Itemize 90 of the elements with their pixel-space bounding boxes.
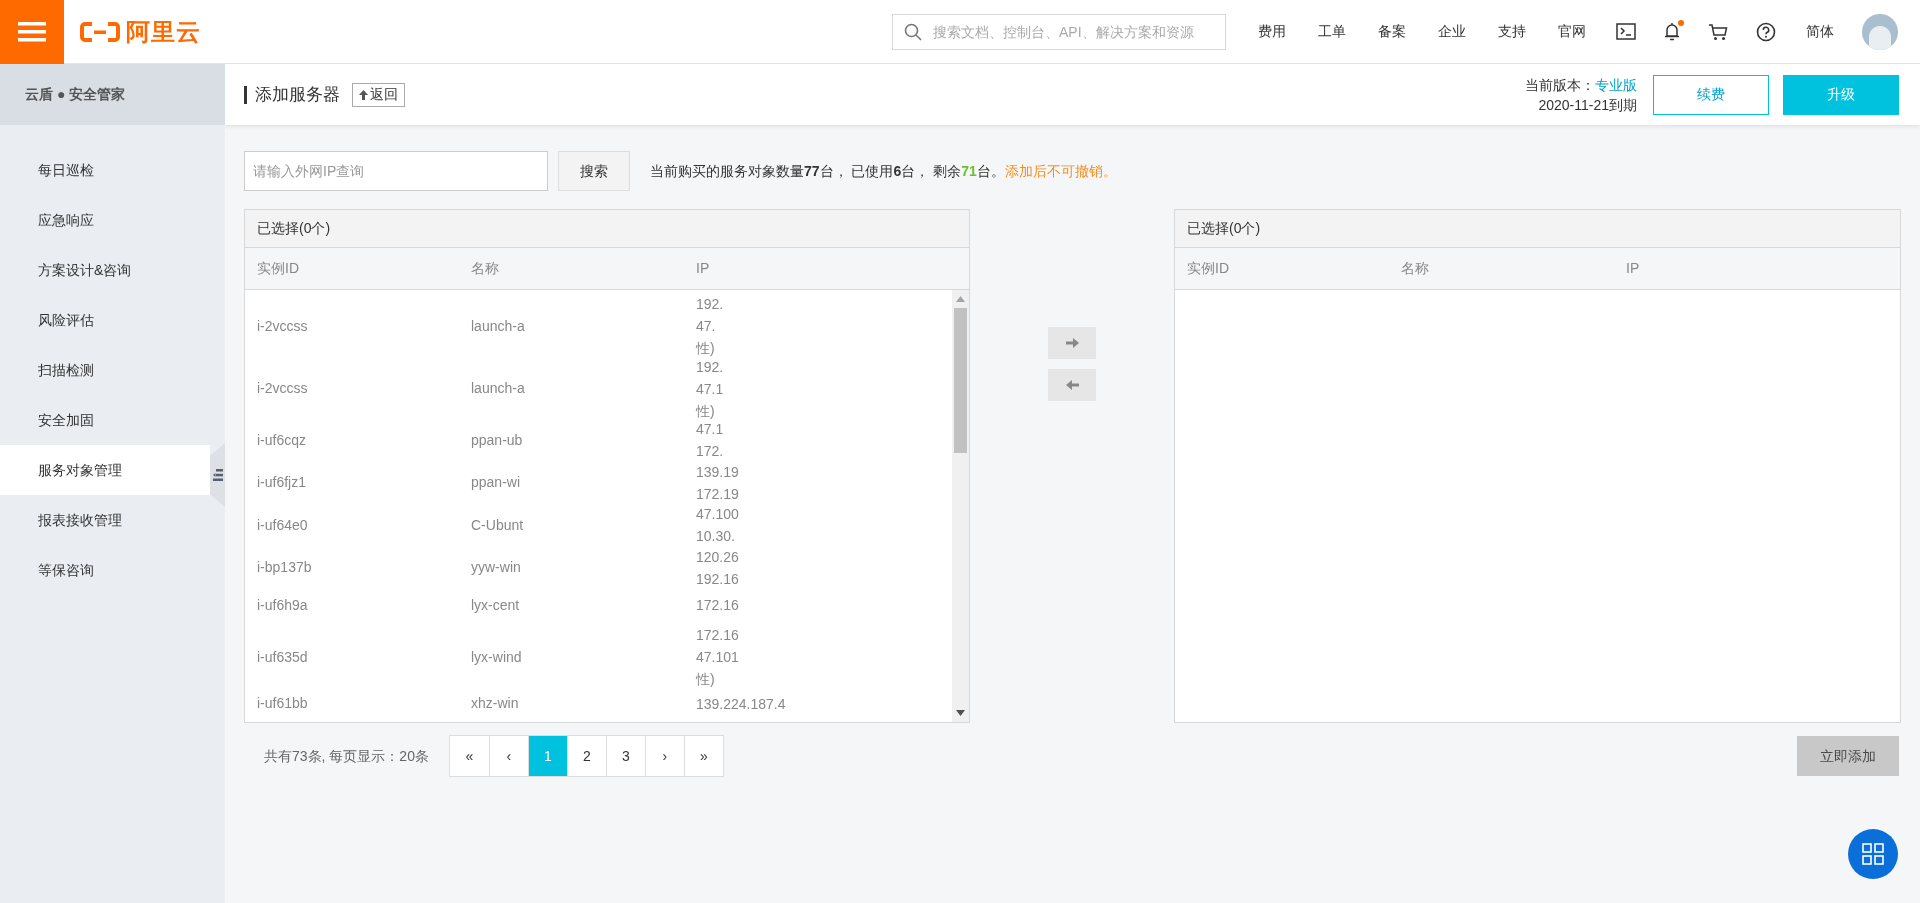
nav-link[interactable]: 工单 <box>1302 21 1362 42</box>
column-header: 实例ID <box>1187 259 1230 278</box>
table-cell-text: i-uf635d <box>257 647 309 667</box>
nav-link[interactable]: 企业 <box>1422 21 1482 42</box>
table-cell-text: ppan-wi <box>471 473 522 493</box>
table-cell-text: launch-a <box>471 379 526 399</box>
scrollbar[interactable] <box>952 290 969 722</box>
table-cell-text: i-uf6h9a <box>257 595 309 615</box>
nav-link[interactable]: 费用 <box>1242 21 1302 42</box>
pagination-summary: 共有73条, 每页显示：20条 <box>264 746 429 766</box>
nav-link[interactable]: 官网 <box>1542 21 1602 42</box>
table-cell-text: 性) <box>696 401 716 421</box>
sidebar-item[interactable]: 应急响应 <box>0 195 210 245</box>
table-cell-text: 47.1 <box>696 379 725 399</box>
column-header: 名称 <box>1401 259 1430 278</box>
menu-button[interactable] <box>0 0 64 64</box>
table-cell-text: 47.1 <box>696 420 725 440</box>
panel-title: 已选择(0个) <box>257 219 331 238</box>
column-header: 实例ID <box>257 259 300 278</box>
table-cell-text: i-uf6cqz <box>257 430 308 450</box>
scroll-down-icon[interactable] <box>956 710 965 716</box>
language-link[interactable]: 简体 <box>1790 21 1850 42</box>
table-cell-text: i-2vccss <box>257 316 309 336</box>
table-cell-text: i-bp137b <box>257 558 313 578</box>
collapse-icon <box>212 468 223 482</box>
table-cell-text: 10.30. <box>696 527 736 547</box>
table-cell-text: 192. <box>696 295 725 314</box>
menu-icon <box>18 20 46 43</box>
panel-title: 已选择(0个) <box>1187 219 1261 238</box>
cart-icon <box>1708 22 1728 41</box>
ip-search-field[interactable]: 请输入外网IP查询 <box>244 151 548 191</box>
version-label: 当前版本： <box>1525 75 1595 95</box>
table-cell-text: 47. <box>696 317 717 336</box>
sidebar-item[interactable]: 报表接收管理 <box>0 495 210 545</box>
table-cell-text: lyx-wind <box>471 647 523 667</box>
sidebar-item[interactable]: 每日巡检 <box>0 145 210 195</box>
table-cell-text: 120.26 <box>696 547 740 567</box>
bell-icon <box>1664 22 1680 41</box>
sidebar-item[interactable]: 服务对象管理 <box>0 445 210 495</box>
table-cell-text: i-2vccss <box>257 379 309 399</box>
table-cell-text: i-uf64e0 <box>257 515 309 535</box>
search-field[interactable]: 搜索文档、控制台、API、解决方案和资源 <box>892 13 1226 50</box>
table-cell-text: lyx-cent <box>471 595 521 615</box>
table-cell-text: 172. <box>696 442 725 462</box>
back-button[interactable]: 返回 <box>352 82 405 107</box>
column-header: IP <box>696 259 711 278</box>
table-cell-text: C-Ubunt <box>471 515 525 535</box>
expiry-date: 2020-11-21到期 <box>1538 95 1637 115</box>
table-cell-text: 47.100 <box>696 505 740 525</box>
table-cell-text: launch-a <box>471 316 526 336</box>
move-right-button[interactable] <box>1048 327 1096 359</box>
sidebar-title: 云盾 ● 安全管家 <box>25 85 126 104</box>
sidebar-item[interactable]: 安全加固 <box>0 395 210 445</box>
column-header: 名称 <box>471 259 500 278</box>
table-cell-text: 192. <box>696 357 725 377</box>
column-header: IP <box>1626 259 1641 278</box>
apps-button[interactable] <box>1848 829 1898 879</box>
right-arrow-icon <box>1065 338 1079 348</box>
table-cell-text: yyw-win <box>471 558 522 578</box>
up-arrow-icon <box>359 89 368 100</box>
table-cell-text: i-uf6fjz1 <box>257 473 308 493</box>
table-cell-text: 172.16 <box>696 596 740 616</box>
sidebar-item[interactable]: 方案设计&咨询 <box>0 245 210 295</box>
grid-icon <box>1862 843 1884 865</box>
move-left-button[interactable] <box>1048 369 1096 401</box>
scrollbar-thumb[interactable] <box>954 308 967 453</box>
table-cell-text: 192.16 <box>696 569 740 589</box>
table-cell-text: 139.19 <box>696 462 740 482</box>
nav-link[interactable]: 备案 <box>1362 21 1422 42</box>
sidebar-item[interactable]: 风险评估 <box>0 295 210 345</box>
left-arrow-icon <box>1065 380 1079 390</box>
table-cell-text: 性) <box>696 670 716 690</box>
sidebar-item[interactable]: 等保咨询 <box>0 545 210 595</box>
nav-link[interactable]: 支持 <box>1482 21 1542 42</box>
logo-icon <box>80 20 120 43</box>
search-button[interactable]: 搜索 <box>558 151 630 191</box>
table-cell-text: i-uf61bb <box>257 694 309 714</box>
table-cell-text: 47.101 <box>696 648 740 668</box>
table-cell-text: xhz-win <box>471 694 520 714</box>
terminal-icon <box>1616 23 1636 40</box>
table-cell-text: 172.16 <box>696 626 740 646</box>
sidebar-item[interactable]: 扫描检测 <box>0 345 210 395</box>
page-title: 添加服务器 <box>255 83 340 106</box>
table-cell-text: 性) <box>696 339 716 358</box>
table-cell-text: ppan-ub <box>471 430 524 450</box>
help-icon <box>1756 21 1776 42</box>
quota-info: 当前购买的服务对象数量77台， 已使用6台， 剩余71台。添加后不可撤销。 <box>650 161 1117 181</box>
table-cell-text: 139.224.187.4 <box>696 695 787 714</box>
search-icon <box>904 22 922 41</box>
table-cell-text: 172.19 <box>696 484 740 504</box>
